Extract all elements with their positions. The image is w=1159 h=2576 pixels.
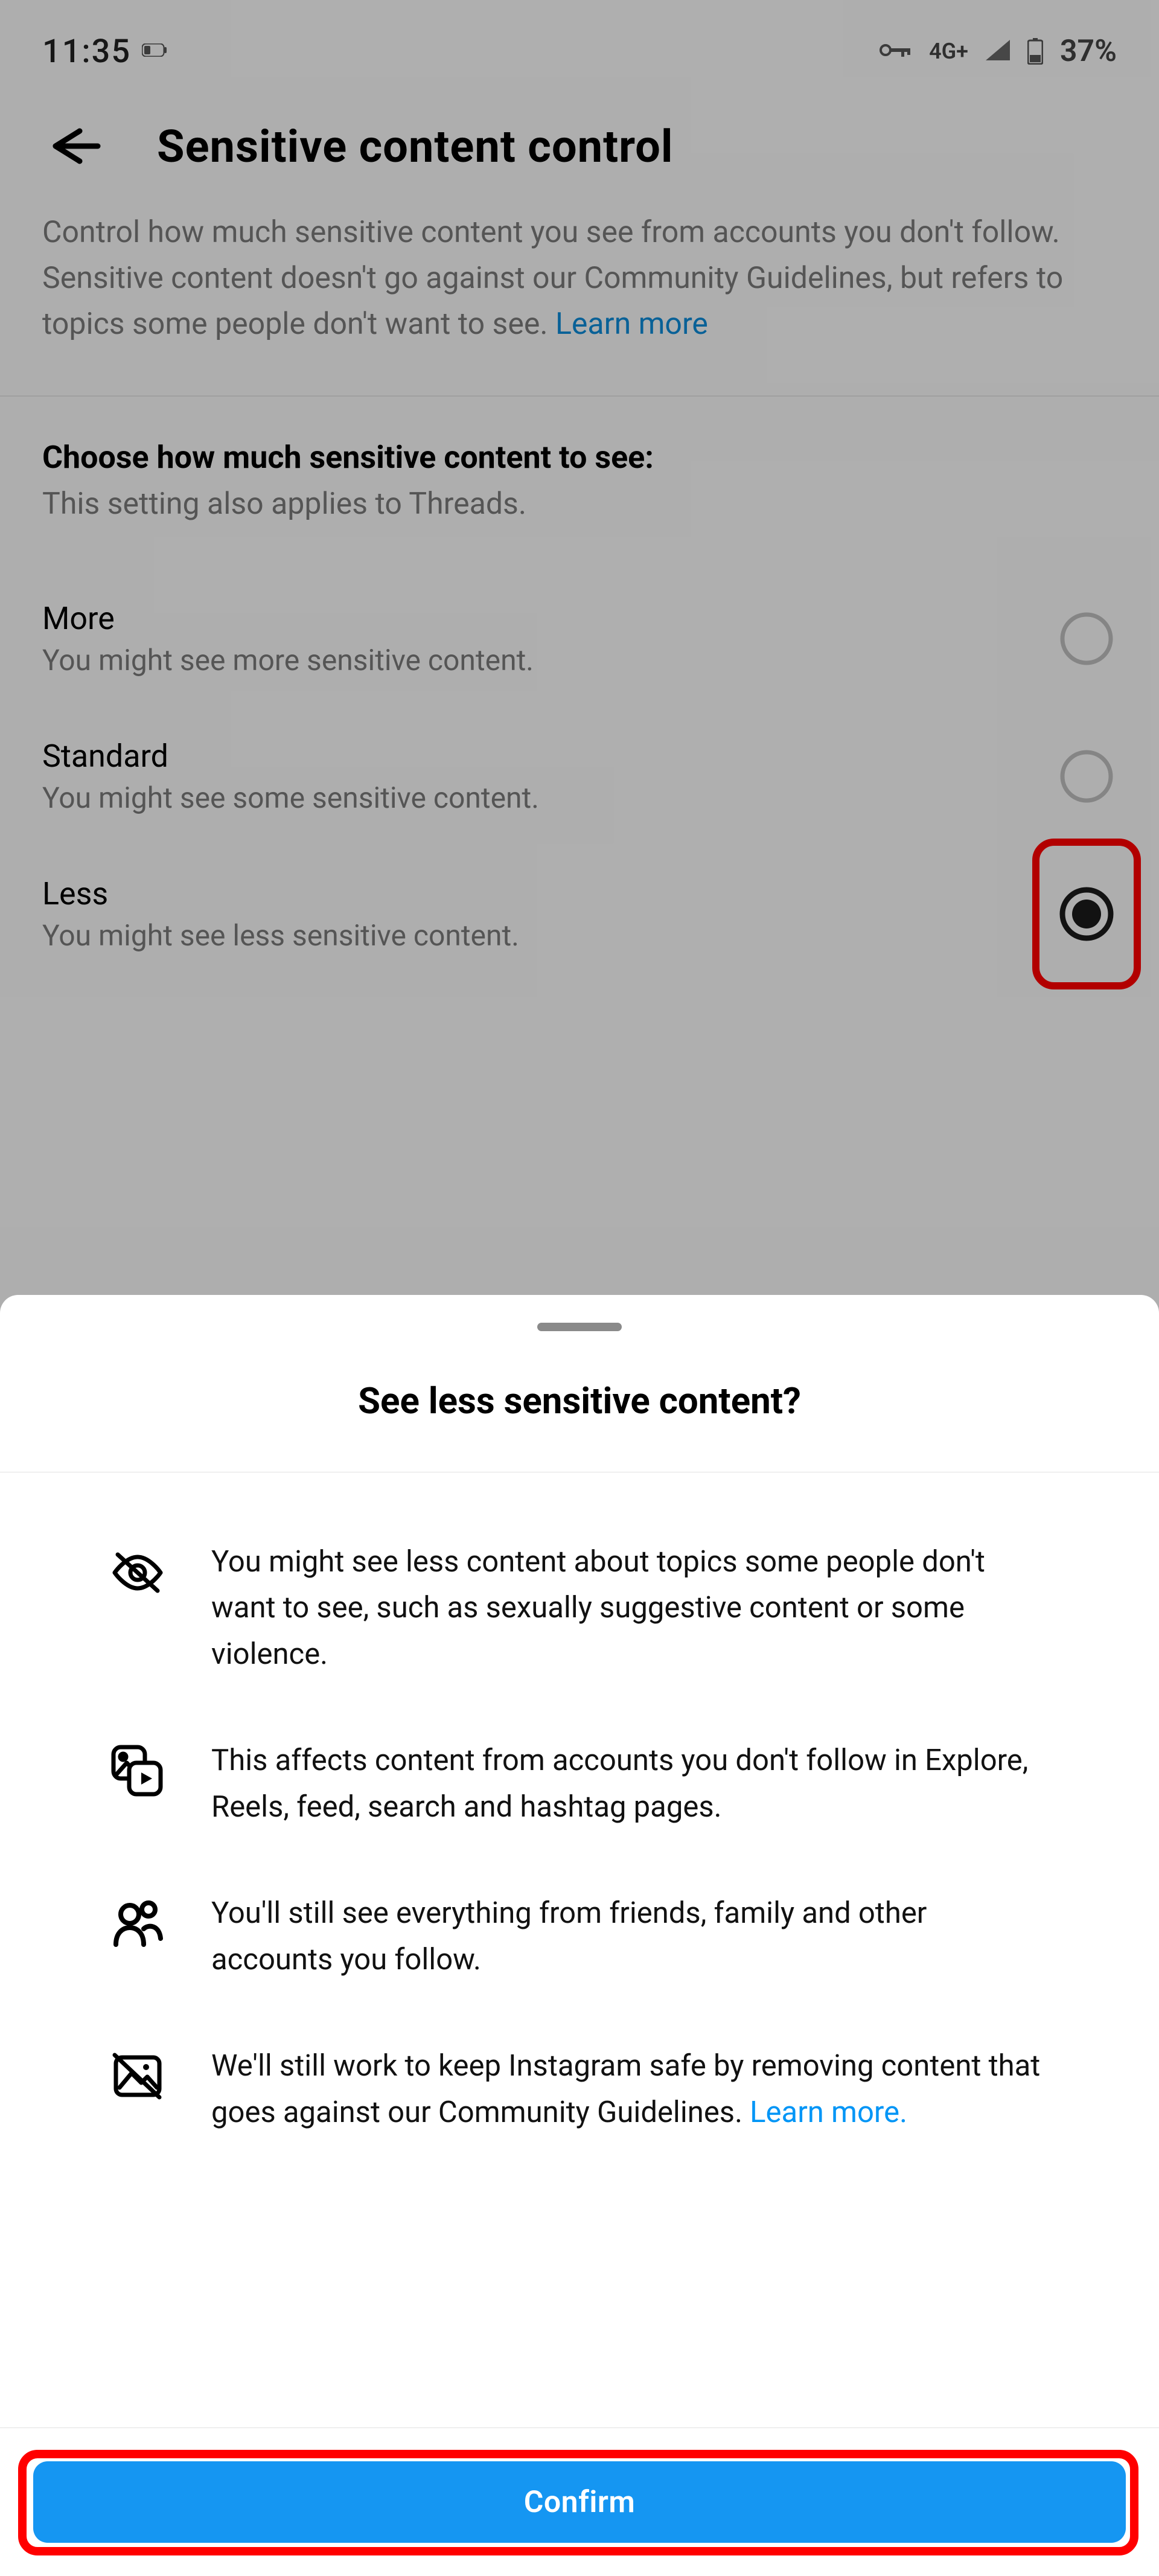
radio-unselected-icon[interactable]	[1056, 609, 1117, 669]
image-blocked-icon	[106, 2043, 169, 2135]
intro-text-body: Control how much sensitive content you s…	[42, 215, 1063, 342]
vpn-key-icon	[878, 42, 912, 61]
sheet-bullet-3: You'll still see everything from friends…	[106, 1890, 1053, 1983]
battery-percent-label: 37%	[1060, 34, 1117, 69]
sheet-title: See less sensitive content?	[0, 1379, 1159, 1422]
battery-icon	[1027, 38, 1043, 65]
option-standard[interactable]: Standard You might see some sensitive co…	[42, 708, 1117, 845]
cellular-signal-icon	[985, 39, 1011, 63]
option-desc: You might see more sensitive content.	[42, 643, 534, 677]
option-label: Less	[42, 875, 519, 912]
options-block: Choose how much sensitive content to see…	[0, 397, 1159, 1025]
radio-unselected-icon[interactable]	[1056, 746, 1117, 807]
options-heading: Choose how much sensitive content to see…	[42, 439, 1117, 476]
sheet-bullet-text: You'll still see everything from friends…	[211, 1890, 1053, 1983]
option-label: Standard	[42, 738, 539, 775]
status-time: 11:35	[42, 33, 131, 71]
radio-selected-icon[interactable]	[1056, 884, 1117, 944]
intro-block: Control how much sensitive content you s…	[0, 209, 1159, 395]
sheet-learn-more-link[interactable]: Learn more.	[750, 2095, 907, 2129]
options-subheading: This setting also applies to Threads.	[42, 487, 1117, 522]
sheet-bullet-1: You might see less content about topics …	[106, 1539, 1053, 1677]
media-play-icon	[106, 1737, 169, 1830]
sheet-bullet-text-body: We'll still work to keep Instagram safe …	[211, 2048, 1040, 2129]
page-title: Sensitive content control	[157, 121, 673, 173]
option-desc: You might see less sensitive content.	[42, 918, 519, 953]
status-bar: 11:35 4G+ 37%	[0, 0, 1159, 103]
confirm-button-label: Confirm	[524, 2485, 636, 2520]
back-button[interactable]	[42, 125, 103, 170]
sheet-bullet-2: This affects content from accounts you d…	[106, 1737, 1053, 1830]
option-more[interactable]: More You might see more sensitive conten…	[42, 570, 1117, 708]
sheet-bullet-text: We'll still work to keep Instagram safe …	[211, 2043, 1053, 2135]
eye-off-icon	[106, 1539, 169, 1677]
page-header: Sensitive content control	[0, 103, 1159, 209]
confirm-bottom-sheet: See less sensitive content? You might se…	[0, 1295, 1159, 2576]
sheet-bullet-text: This affects content from accounts you d…	[211, 1737, 1053, 1830]
sheet-footer: Confirm	[0, 2427, 1159, 2576]
sheet-body: You might see less content about topics …	[0, 1472, 1159, 2135]
option-less[interactable]: Less You might see less sensitive conten…	[42, 845, 1117, 983]
battery-indicator-small-icon	[142, 43, 167, 59]
option-desc: You might see some sensitive content.	[42, 781, 539, 815]
intro-learn-more-link[interactable]: Learn more	[555, 307, 708, 342]
people-icon	[106, 1890, 169, 1983]
network-type-label: 4G+	[929, 39, 968, 64]
sheet-bullet-4: We'll still work to keep Instagram safe …	[106, 2043, 1053, 2135]
sheet-bullet-text: You might see less content about topics …	[211, 1539, 1053, 1677]
status-icons: 4G+ 37%	[878, 34, 1117, 69]
intro-text: Control how much sensitive content you s…	[42, 209, 1117, 347]
sheet-drag-handle[interactable]	[537, 1323, 622, 1331]
option-label: More	[42, 600, 534, 637]
confirm-button[interactable]: Confirm	[33, 2461, 1126, 2543]
highlight-annotation	[1032, 839, 1141, 989]
